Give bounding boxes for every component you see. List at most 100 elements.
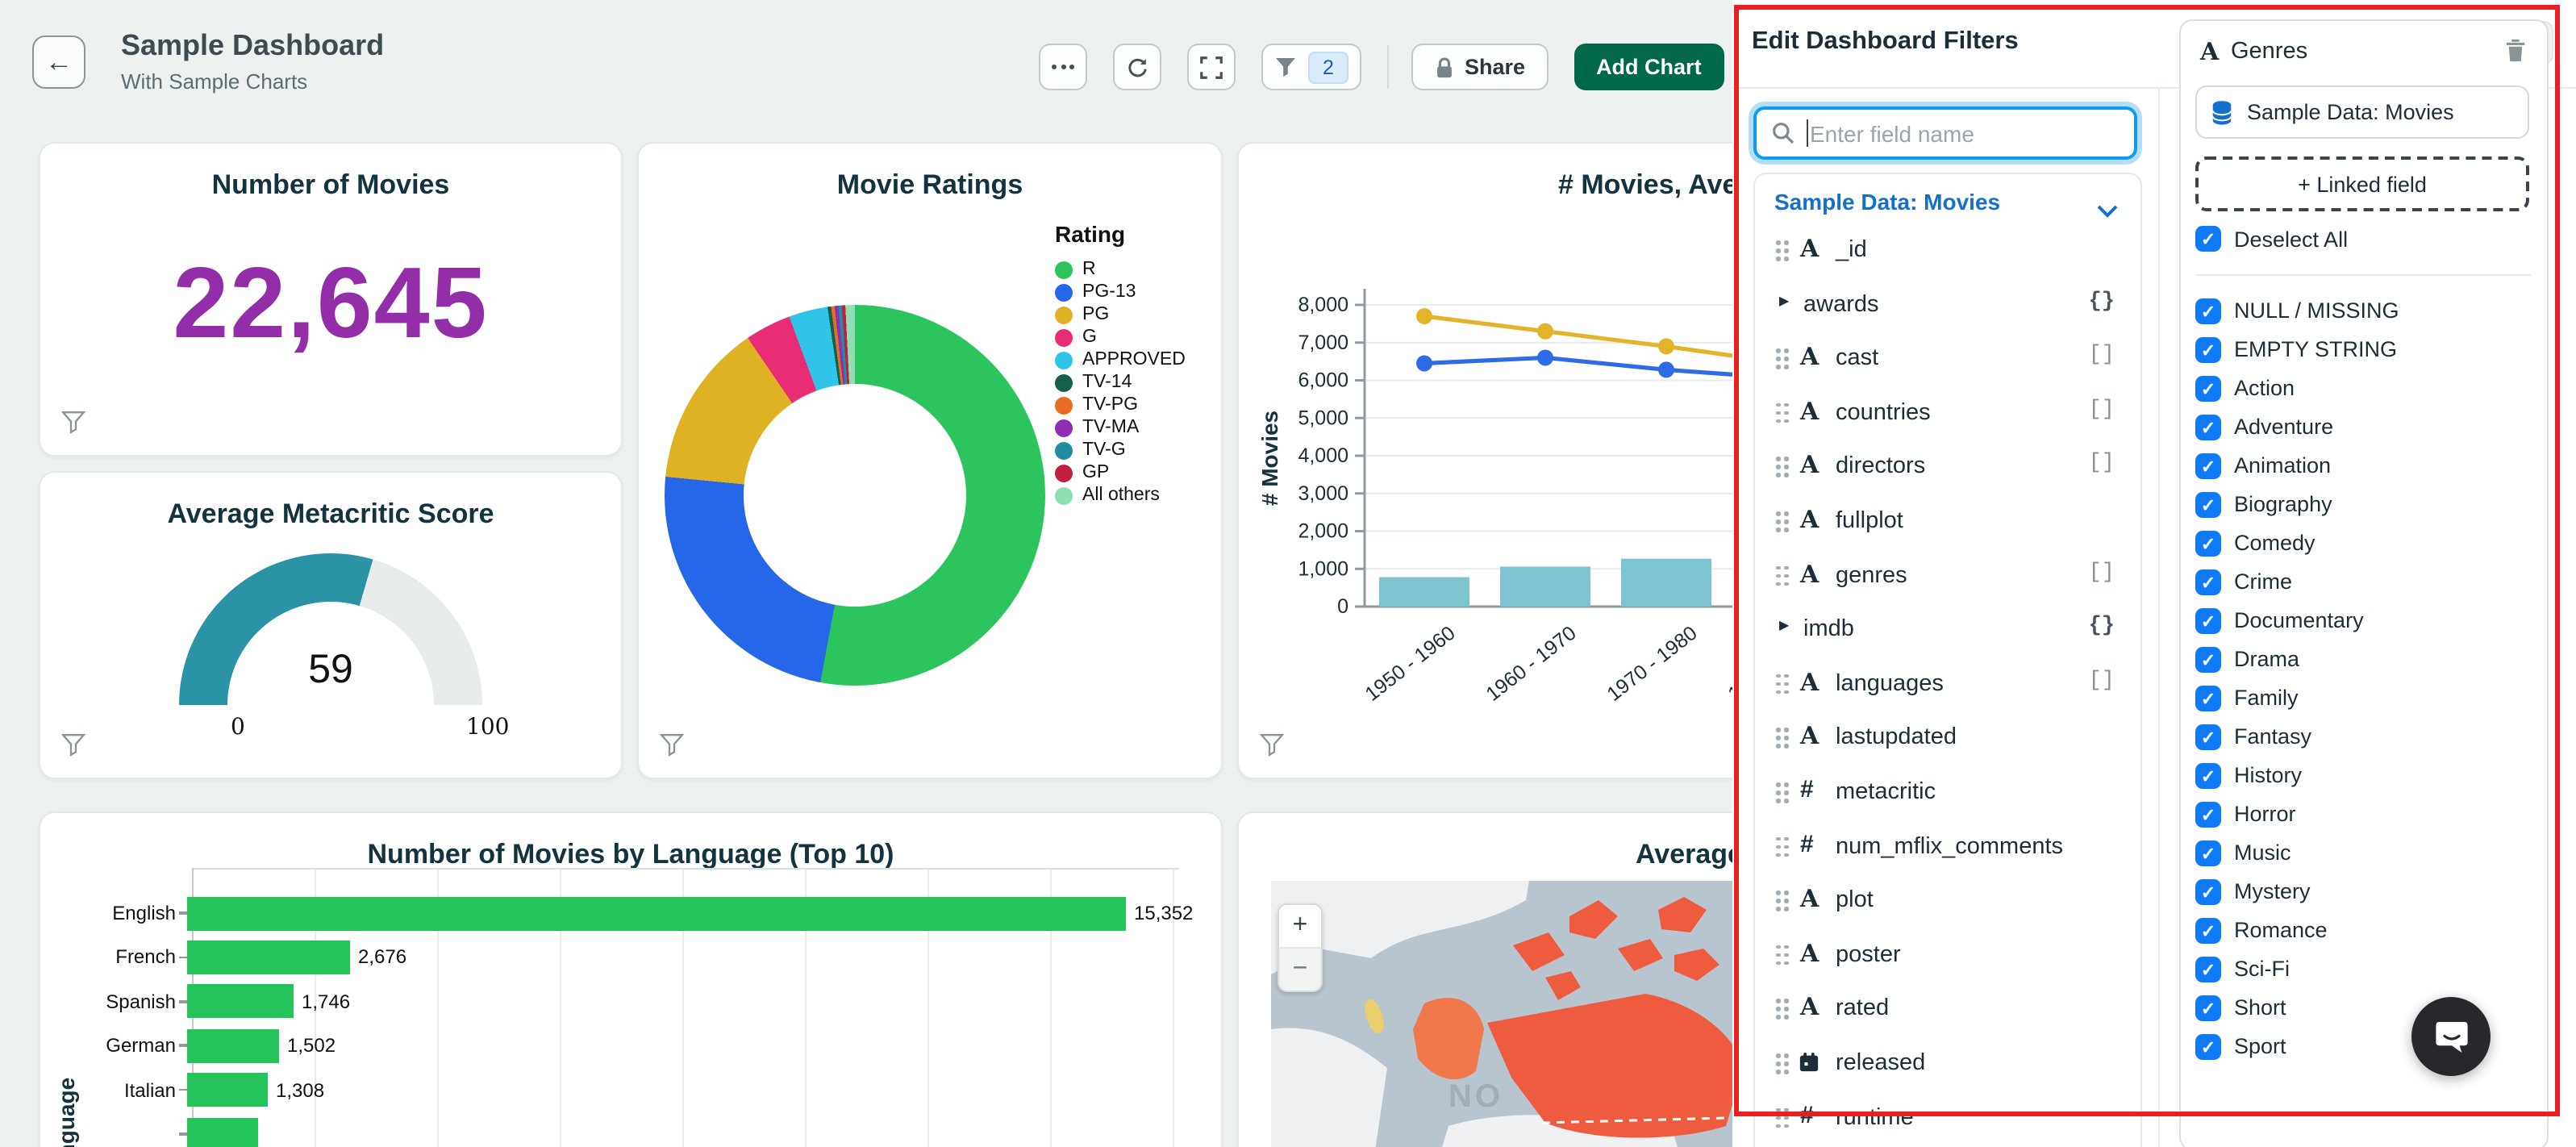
field-row-plot[interactable]: Aplot — [1755, 882, 2140, 918]
field-name: lastupdated — [1836, 724, 1957, 751]
checkbox-Horror[interactable]: ✓ — [2195, 802, 2221, 828]
drag-handle-icon[interactable] — [1776, 1107, 1780, 1112]
checkbox-NULL / MISSING[interactable]: ✓ — [2195, 298, 2221, 324]
legend-swatch — [1055, 419, 1073, 436]
svg-text:7,000: 7,000 — [1298, 332, 1348, 354]
drag-handle-icon[interactable] — [1776, 782, 1780, 786]
checkbox-Adventure[interactable]: ✓ — [2195, 415, 2221, 440]
back-button[interactable]: ← — [32, 35, 85, 89]
checkbox-Documentary[interactable]: ✓ — [2195, 608, 2221, 634]
chart-card-movie-ratings[interactable]: Movie Ratings Rating R PG-13 PG G APPROVED TV… — [637, 142, 1223, 779]
array-type-icon: [] — [2088, 452, 2115, 477]
checkbox-Sci-Fi[interactable]: ✓ — [2195, 957, 2221, 982]
checkbox-Drama[interactable]: ✓ — [2195, 647, 2221, 673]
checkbox-Sport[interactable]: ✓ — [2195, 1034, 2221, 1060]
drag-handle-icon[interactable] — [1776, 836, 1780, 841]
drag-handle-icon[interactable] — [1776, 674, 1780, 678]
checkbox-Mystery[interactable]: ✓ — [2195, 879, 2221, 905]
card-filter-icon[interactable] — [61, 732, 85, 758]
field-row-lastupdated[interactable]: Alastupdated — [1755, 720, 2140, 756]
field-name: released — [1836, 1050, 1926, 1076]
fullscreen-button[interactable] — [1187, 44, 1236, 90]
checkbox-Family[interactable]: ✓ — [2195, 686, 2221, 711]
genre-option-label: EMPTY STRING — [2234, 337, 2398, 361]
checkbox-Animation[interactable]: ✓ — [2195, 453, 2221, 479]
field-row-rated[interactable]: Arated — [1755, 991, 2140, 1027]
chart-card-metacritic-gauge[interactable]: Average Metacritic Score 59 0 100 — [39, 471, 623, 779]
drag-handle-icon[interactable] — [1776, 890, 1780, 895]
drag-handle-icon[interactable] — [1776, 457, 1780, 461]
field-row-languages[interactable]: Alanguages [] — [1755, 666, 2140, 702]
checkbox-Crime[interactable]: ✓ — [2195, 569, 2221, 595]
checkbox-Short[interactable]: ✓ — [2195, 995, 2221, 1021]
ellipsis-icon — [1052, 65, 1074, 69]
chart-card-number-of-movies[interactable]: Number of Movies 22,645 — [39, 142, 623, 457]
checkbox-Action[interactable]: ✓ — [2195, 376, 2221, 402]
legend-swatch — [1055, 306, 1073, 323]
checkbox-Romance[interactable]: ✓ — [2195, 918, 2221, 944]
drag-handle-icon[interactable] — [1776, 728, 1780, 732]
zoom-in-button[interactable]: + — [1279, 905, 1321, 947]
add-linked-field-button[interactable]: + Linked field — [2195, 156, 2529, 211]
field-row-cast[interactable]: Acast [] — [1755, 340, 2140, 376]
drag-handle-icon[interactable] — [1776, 999, 1780, 1003]
field-row-genres[interactable]: Agenres [] — [1755, 557, 2140, 593]
expand-arrow-icon[interactable]: ▶ — [1779, 618, 1789, 632]
card-filter-icon[interactable] — [61, 410, 85, 436]
field-row-num_mflix_comments[interactable]: # num_mflix_comments — [1755, 828, 2140, 864]
legend-label: PG — [1082, 305, 1110, 324]
drag-handle-icon[interactable] — [1776, 511, 1780, 515]
deselect-all-label: Deselect All — [2234, 227, 2349, 252]
legend-title: Rating — [1055, 221, 1126, 247]
bar-row-French: French 2,676 — [40, 940, 1221, 975]
field-row-poster[interactable]: Aposter — [1755, 937, 2140, 973]
checkbox-EMPTY STRING[interactable]: ✓ — [2195, 337, 2221, 363]
more-options-button[interactable] — [1039, 44, 1087, 90]
zoom-out-button[interactable]: − — [1279, 947, 1321, 991]
field-row-imdb[interactable]: ▶ imdb {} — [1755, 611, 2140, 647]
field-row-countries[interactable]: Acountries [] — [1755, 395, 2140, 431]
checkbox-Comedy[interactable]: ✓ — [2195, 531, 2221, 557]
deselect-all-checkbox[interactable]: ✓ — [2195, 226, 2221, 252]
trash-icon[interactable] — [2503, 37, 2528, 63]
legend-item-APPROVED: APPROVED — [1055, 348, 1186, 371]
field-row-fullplot[interactable]: Afullplot — [1755, 503, 2140, 539]
field-row-metacritic[interactable]: # metacritic — [1755, 774, 2140, 810]
field-row-released[interactable]: released — [1755, 1045, 2140, 1081]
bar-category-label: French — [115, 945, 176, 969]
expand-arrow-icon[interactable]: ▶ — [1779, 293, 1789, 307]
genre-option-Crime: ✓ Crime — [2181, 569, 2547, 599]
refresh-button[interactable] — [1113, 44, 1161, 90]
chat-launcher-button[interactable] — [2411, 997, 2491, 1076]
drag-handle-icon[interactable] — [1776, 348, 1780, 353]
search-input[interactable] — [1810, 120, 2134, 146]
checkbox-Biography[interactable]: ✓ — [2195, 492, 2221, 518]
drag-handle-icon[interactable] — [1776, 1053, 1780, 1057]
chevron-down-icon[interactable] — [2097, 197, 2118, 226]
field-row-_id[interactable]: A _id — [1755, 232, 2140, 268]
drag-handle-icon[interactable] — [1776, 240, 1780, 244]
drag-handle-icon[interactable] — [1776, 565, 1780, 570]
calendar-type-icon — [1799, 1052, 1819, 1073]
dashboard-filters-button[interactable]: 2 — [1261, 44, 1361, 90]
checkbox-History[interactable]: ✓ — [2195, 763, 2221, 789]
checkbox-Fantasy[interactable]: ✓ — [2195, 724, 2221, 750]
chart-card-movies-by-language[interactable]: Number of Movies by Language (Top 10) En… — [39, 811, 1223, 1147]
share-button[interactable]: Share — [1411, 44, 1549, 90]
checkbox-Music[interactable]: ✓ — [2195, 840, 2221, 866]
field-row-directors[interactable]: Adirectors [] — [1755, 449, 2140, 485]
drag-handle-icon[interactable] — [1776, 402, 1780, 407]
card-filter-icon[interactable] — [1260, 732, 1284, 758]
fullscreen-icon — [1200, 56, 1223, 78]
drag-handle-icon[interactable] — [1776, 945, 1780, 949]
bar-y-axis-label: Language — [53, 1077, 79, 1147]
add-chart-button[interactable]: Add Chart — [1574, 44, 1724, 90]
bar — [187, 940, 350, 974]
lock-icon — [1437, 56, 1452, 77]
field-row-awards[interactable]: ▶ awards {} — [1755, 286, 2140, 322]
card-filter-icon[interactable] — [660, 732, 684, 758]
data-source-header[interactable]: Sample Data: Movies — [1774, 189, 2000, 215]
field-row-runtime[interactable]: # runtime — [1755, 1099, 2140, 1135]
genre-option-label: NULL / MISSING — [2234, 298, 2399, 323]
genre-option-Biography: ✓ Biography — [2181, 492, 2547, 521]
